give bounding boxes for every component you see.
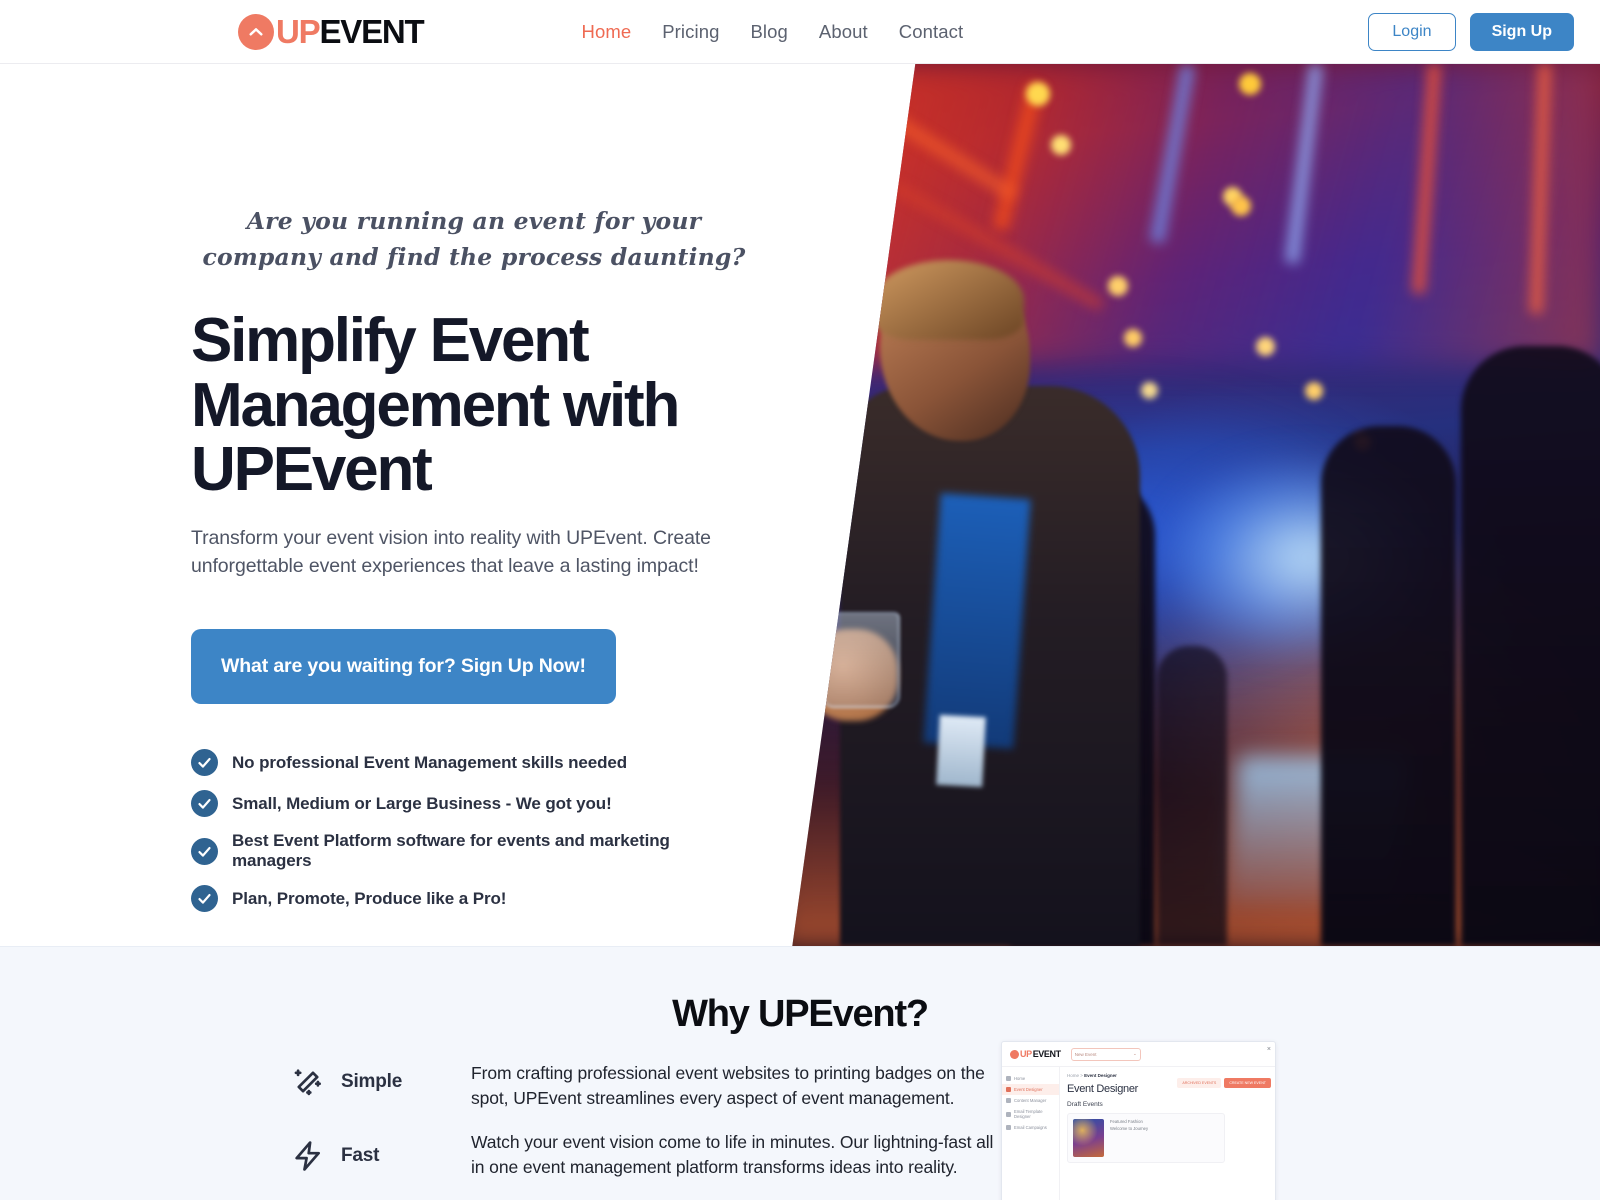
why-copy: From crafting professional event website… [471,1058,1001,1200]
hero-content: Are you running an event for your compan… [0,64,745,913]
app-draft-event-card[interactable]: Featured Fashion Welcome to Journey [1067,1113,1225,1163]
hero-eyebrow: Are you running an event for your compan… [202,207,746,271]
why-feature-list: Simple Fast [291,1058,471,1200]
checklist-label: Plan, Promote, Produce like a Pro! [232,888,507,908]
sidebar-item-content-manager[interactable]: Content Manager [1002,1095,1059,1106]
checklist-label: No professional Event Management skills … [232,752,628,772]
list-item: Small, Medium or Large Business - We got… [191,790,740,818]
hero-cta-button[interactable]: What are you waiting for? Sign Up Now! [191,629,616,705]
hero-section: Are you running an event for your compan… [0,64,1600,946]
sidebar-item-label: Email Template Designer [1014,1109,1043,1119]
image-icon [1006,1098,1011,1103]
why-section-title: Why UPEvent? [672,993,929,1035]
checklist-label: Best Event Platform software for events … [232,831,670,871]
nav-item-blog[interactable]: Blog [750,21,787,43]
app-event-select[interactable]: New Event ⌄ [1070,1047,1141,1061]
magic-wand-icon [291,1065,325,1099]
checklist-label: Small, Medium or Large Business - We got… [232,793,612,813]
app-preview-screenshot[interactable]: × UP EVENT New Event ⌄ Home Event Designe… [1001,1041,1276,1200]
mail-icon [1006,1125,1011,1130]
header-actions: Login Sign Up [1368,12,1574,51]
home-icon [1006,1076,1011,1081]
chevron-up-circle-icon [1010,1049,1019,1059]
list-item: Plan, Promote, Produce like a Pro! [191,885,740,913]
feature-label: Fast [341,1145,380,1166]
feature-simple: Simple [291,1065,471,1099]
sidebar-item-email-campaigns[interactable]: Email Campaigns [1002,1122,1059,1133]
close-icon[interactable]: × [1267,1046,1271,1053]
check-circle-icon [191,885,218,913]
app-section-title: Draft Events [1067,1101,1103,1108]
sidebar-item-label: Email Campaigns [1014,1125,1047,1130]
chevron-up-circle-icon [238,13,274,50]
template-icon [1006,1111,1011,1117]
why-paragraph: Watch your event vision come to life in … [471,1131,994,1177]
sidebar-item-event-designer[interactable]: Event Designer [1002,1084,1059,1095]
nav-item-contact[interactable]: Contact [899,21,963,43]
calendar-icon [1006,1087,1011,1092]
app-event-select-value: New Event [1074,1051,1097,1057]
list-item: Best Event Platform software for events … [191,831,740,871]
hero-subcopy: Transform your event vision into reality… [191,526,711,577]
app-preview-topbar: UP EVENT New Event ⌄ [1002,1042,1275,1067]
hero-checklist: No professional Event Management skills … [191,749,740,913]
breadcrumb-home[interactable]: Home > [1067,1073,1084,1078]
archived-events-button[interactable]: ARCHIVED EVENTS [1177,1078,1222,1088]
site-header: UPEVENT Home Pricing Blog About Contact … [0,0,1600,64]
list-item: No professional Event Management skills … [191,749,740,777]
event-card-title: Featured Fashion [1110,1119,1143,1124]
app-preview-logo: UP EVENT [1010,1049,1061,1059]
chevron-down-icon: ⌄ [1132,1051,1137,1056]
app-logo-up: UP [1020,1049,1032,1059]
create-new-event-button[interactable]: CREATE NEW EVENT [1224,1078,1271,1088]
hero-photo-subject [806,260,1150,946]
page-title: Simplify Event Management with UPEvent [191,306,680,505]
logo[interactable]: UPEVENT [238,12,425,52]
app-logo-event: EVENT [1032,1049,1061,1059]
sidebar-item-home[interactable]: Home [1002,1073,1059,1084]
sidebar-item-label: Home [1014,1076,1026,1081]
lightning-bolt-icon [291,1139,325,1173]
nav-item-home[interactable]: Home [581,21,631,43]
feature-label: Simple [341,1071,403,1092]
login-button[interactable]: Login [1368,12,1456,51]
nav-item-about[interactable]: About [819,21,868,43]
check-circle-icon [191,749,218,777]
app-preview-main: Home > Event Designer Event Designer Dra… [1060,1067,1275,1200]
event-card-subtitle: Welcome to Journey [1110,1125,1149,1131]
why-grid: Simple Fast From crafting professional e… [0,1036,1600,1200]
event-thumbnail [1073,1119,1104,1157]
signup-button[interactable]: Sign Up [1469,12,1574,51]
why-paragraph: From crafting professional event website… [471,1063,985,1108]
logo-text-up: UP [276,13,321,50]
nav-item-pricing[interactable]: Pricing [662,21,719,43]
hero-photo [792,64,1600,946]
why-section: Why UPEvent? Simple Fast From crafting p… [0,946,1600,1200]
sidebar-item-label: Event Designer [1014,1087,1043,1092]
main-nav: Home Pricing Blog About Contact [581,21,963,43]
logo-text-event: EVENT [319,13,424,50]
feature-fast: Fast [291,1139,471,1173]
app-action-buttons: ARCHIVED EVENTS CREATE NEW EVENT [1177,1078,1271,1088]
app-preview-body: Home Event Designer Content Manager Emai… [1002,1067,1275,1200]
check-circle-icon [191,837,218,865]
check-circle-icon [191,790,218,818]
sidebar-item-email-template-designer[interactable]: Email Template Designer [1002,1106,1059,1122]
sidebar-item-label: Content Manager [1014,1098,1047,1103]
breadcrumb-current: Event Designer [1084,1073,1117,1078]
app-preview-sidebar: Home Event Designer Content Manager Emai… [1002,1067,1060,1200]
